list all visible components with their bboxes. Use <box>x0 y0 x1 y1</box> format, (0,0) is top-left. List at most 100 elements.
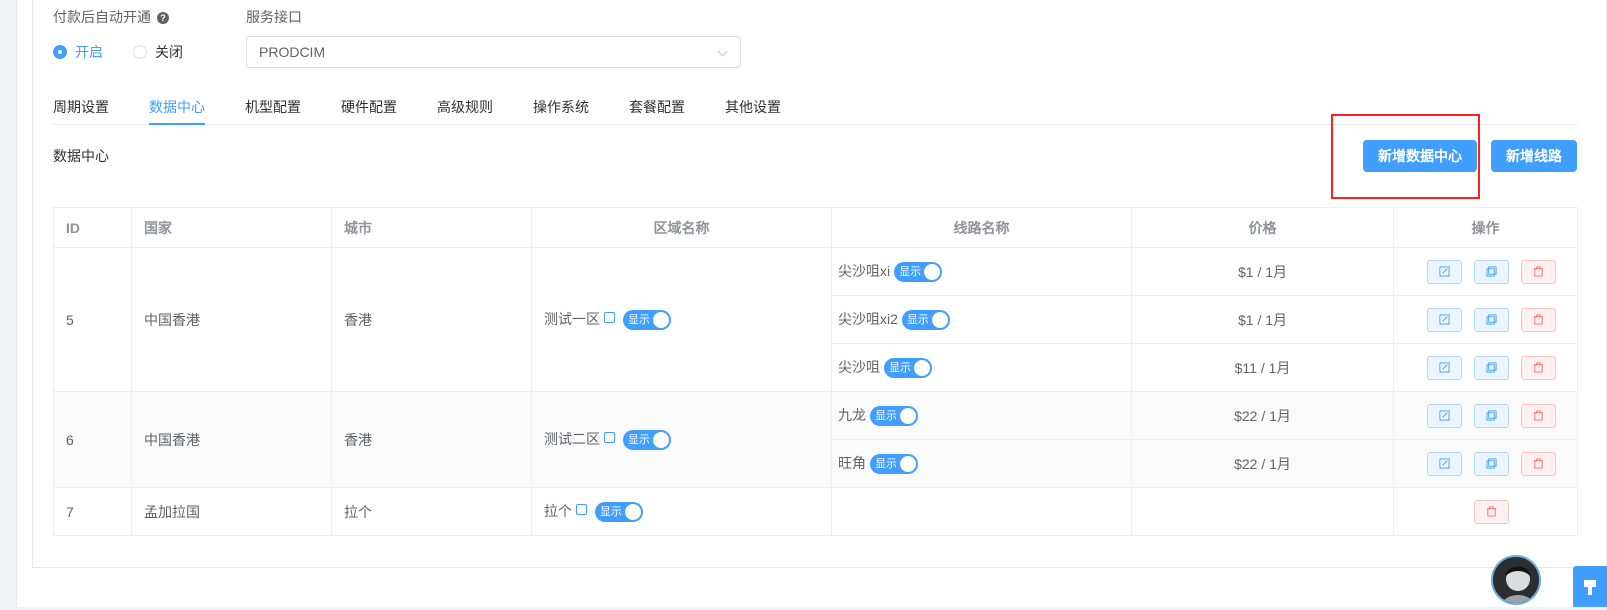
toggle-label: 显示 <box>906 314 929 327</box>
auto-open-label: 付款后自动开通 <box>53 9 151 25</box>
cell-id: 6 <box>53 391 132 488</box>
api-select[interactable]: PRODCIM <box>246 36 741 68</box>
edit-button[interactable] <box>1427 355 1462 380</box>
api-label: 服务接口 <box>246 9 302 25</box>
line-name: 九龙 <box>838 406 866 423</box>
tab-cycle[interactable]: 周期设置 <box>53 95 109 125</box>
cell-area: 拉个 显示 <box>531 487 832 536</box>
visibility-toggle[interactable]: 显示 <box>870 454 918 475</box>
copy-button[interactable] <box>1474 355 1509 380</box>
copy-icon <box>1486 458 1497 469</box>
trash-icon <box>1533 314 1544 325</box>
tab-os[interactable]: 操作系统 <box>533 95 589 125</box>
header-city: 城市 <box>331 207 532 248</box>
copy-button[interactable] <box>1474 451 1509 476</box>
tab-hardware[interactable]: 硬件配置 <box>341 95 397 125</box>
cell-area: 测试一区 显示 <box>531 247 832 392</box>
copy-icon <box>1486 410 1497 421</box>
cell-price: $1 / 1月 <box>1131 247 1394 296</box>
highlight-box <box>1331 114 1480 199</box>
delete-button[interactable] <box>1521 259 1556 284</box>
table-header-row: ID 国家 城市 区域名称 线路名称 价格 操作 <box>53 207 1578 248</box>
auto-open-field: 付款后自动开通? <box>53 7 169 27</box>
tab-datacenter[interactable]: 数据中心 <box>149 95 205 125</box>
toggle-label: 显示 <box>599 506 622 519</box>
copy-button[interactable] <box>1474 259 1509 284</box>
delete-button[interactable] <box>1521 307 1556 332</box>
cell-actions <box>1393 391 1578 440</box>
section-title: 数据中心 <box>53 148 109 164</box>
visibility-toggle[interactable]: 显示 <box>870 406 918 427</box>
tab-advanced[interactable]: 高级规则 <box>437 95 493 125</box>
cell-actions <box>1393 247 1578 296</box>
header-area: 区域名称 <box>531 207 832 248</box>
trash-icon <box>1486 506 1497 517</box>
trash-icon <box>1533 410 1544 421</box>
copy-icon <box>1486 266 1497 277</box>
line-name: 尖沙咀 <box>838 358 880 375</box>
radio-off[interactable]: 关闭 <box>133 42 183 62</box>
copy-icon <box>1486 314 1497 325</box>
line-name: 旺角 <box>838 454 866 471</box>
header-actions: 操作 <box>1393 207 1578 248</box>
visibility-toggle[interactable]: 显示 <box>594 502 643 523</box>
visibility-toggle[interactable]: 显示 <box>901 310 950 331</box>
add-line-button[interactable]: 新增线路 <box>1491 140 1577 172</box>
cell-line: 九龙 显示 <box>831 391 1132 440</box>
cell-country: 中国香港 <box>131 391 332 488</box>
table-row: 7 孟加拉国 拉个 拉个 显示 <box>53 487 1578 536</box>
copy-icon <box>1486 362 1497 373</box>
help-icon[interactable]: ? <box>157 12 169 24</box>
table-row: 6 中国香港 香港 测试二区 显示 九龙 显示 $22 / 1月 <box>53 391 1578 488</box>
edit-button[interactable] <box>1427 307 1462 332</box>
edit-icon <box>1439 410 1450 421</box>
edit-button[interactable] <box>1427 259 1462 284</box>
visibility-toggle[interactable]: 显示 <box>622 430 671 451</box>
visibility-toggle[interactable]: 显示 <box>894 262 943 283</box>
area-name: 测试二区 <box>544 430 600 447</box>
delete-button[interactable] <box>1521 403 1556 428</box>
cell-price <box>1131 487 1394 536</box>
edit-icon <box>1439 362 1450 373</box>
cell-city: 拉个 <box>331 487 532 536</box>
cell-line: 尖沙咀 显示 <box>831 343 1132 392</box>
avatar[interactable] <box>1491 555 1541 605</box>
tab-package[interactable]: 套餐配置 <box>629 95 685 125</box>
delete-button[interactable] <box>1474 499 1509 524</box>
edit-icon <box>1439 266 1450 277</box>
edit-icon[interactable] <box>576 503 587 515</box>
edit-button[interactable] <box>1427 451 1462 476</box>
table-row: 5 中国香港 香港 测试一区 显示 尖沙咀xi 显示 $1 / 1月 <box>53 247 1578 392</box>
radio-checked-icon <box>53 45 67 59</box>
edit-icon <box>1439 314 1450 325</box>
header-id: ID <box>53 207 132 248</box>
cell-actions <box>1393 439 1578 488</box>
visibility-toggle[interactable]: 显示 <box>622 310 671 331</box>
cell-actions <box>1393 343 1578 392</box>
toggle-label: 显示 <box>627 434 650 447</box>
edit-icon[interactable] <box>604 311 615 323</box>
cell-area: 测试二区 显示 <box>531 391 832 488</box>
edit-icon[interactable] <box>604 431 615 443</box>
cell-actions <box>1393 295 1578 344</box>
radio-on[interactable]: 开启 <box>53 42 103 62</box>
delete-button[interactable] <box>1521 355 1556 380</box>
delete-button[interactable] <box>1521 451 1556 476</box>
edit-button[interactable] <box>1427 403 1462 428</box>
toggle-label: 显示 <box>899 266 922 279</box>
tab-machine[interactable]: 机型配置 <box>245 95 301 125</box>
cell-id: 5 <box>53 247 132 392</box>
copy-button[interactable] <box>1474 403 1509 428</box>
toggle-label: 显示 <box>889 362 911 375</box>
area-name: 拉个 <box>544 502 572 519</box>
visibility-toggle[interactable]: 显示 <box>884 358 932 379</box>
datacenter-table: ID 国家 城市 区域名称 线路名称 价格 操作 5 中国香港 香港 测试一区 … <box>53 207 1578 536</box>
toggle-label: 显示 <box>627 314 650 327</box>
tab-other[interactable]: 其他设置 <box>725 95 781 125</box>
brush-icon <box>1584 580 1596 595</box>
radio-on-label: 开启 <box>75 44 103 60</box>
chevron-down-icon <box>717 46 728 57</box>
line-name: 尖沙咀xi <box>838 262 891 279</box>
copy-button[interactable] <box>1474 307 1509 332</box>
floating-tool-button[interactable] <box>1573 566 1607 607</box>
